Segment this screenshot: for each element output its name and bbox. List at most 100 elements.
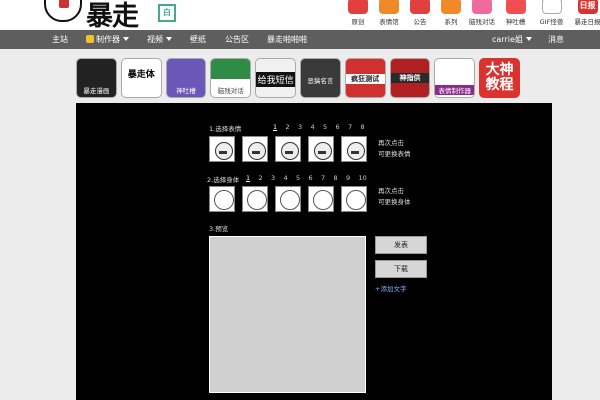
top-nav-label: 暴走日报 — [574, 18, 600, 26]
top-nav-announcement[interactable]: 公告 — [406, 0, 434, 26]
nav-hot[interactable]: 暴走啪啪啪 — [267, 30, 307, 49]
body-page-number[interactable]: 5 — [296, 174, 309, 182]
nav-messages[interactable]: 消息 — [548, 30, 564, 49]
tool-dialogue[interactable]: 脑残对话 — [210, 58, 252, 98]
tool-rage-comic[interactable]: 暴走漫画 — [76, 58, 117, 98]
chevron-down-icon — [166, 37, 172, 41]
roast-icon — [505, 0, 526, 14]
tool-confession[interactable]: 神指供 — [389, 58, 431, 98]
body-option[interactable] — [308, 186, 334, 212]
top-nav-series[interactable]: 系列 — [437, 0, 465, 26]
chevron-down-icon — [525, 37, 532, 41]
body-option[interactable] — [242, 186, 268, 212]
site-logo[interactable]: 暴走 白 — [44, 0, 176, 32]
top-nav-roast[interactable]: 神吐槽 — [499, 0, 532, 26]
nav-maker-label: 制作器 — [96, 35, 120, 44]
tool-roast[interactable]: 神吐槽 — [165, 58, 207, 98]
face-option[interactable] — [308, 136, 334, 162]
logo-badge: 白 — [158, 4, 176, 22]
face-option[interactable] — [275, 136, 301, 162]
top-nav-label: 脑残对话 — [469, 18, 495, 26]
top-nav-daily-news[interactable]: 日报 暴走日报 — [571, 0, 600, 26]
download-button[interactable]: 下载 — [375, 260, 427, 278]
maker-icon — [86, 35, 94, 43]
body-thumbnails — [209, 186, 367, 212]
body-page-number[interactable]: 7 — [321, 174, 334, 182]
tool-caption: 恶搞名言 — [307, 77, 334, 85]
rage-face-logo-icon — [44, 0, 82, 22]
body-option[interactable] — [275, 186, 301, 212]
tool-caption: 脑残对话 — [217, 87, 244, 95]
face-page-numbers: 1 2 3 4 5 6 7 8 — [273, 123, 373, 131]
gif-monster-icon — [541, 0, 562, 14]
dialogue-icon — [472, 0, 492, 14]
tool-caption: 大神教程 — [485, 62, 514, 93]
tool-rage-font[interactable]: 暴走体 — [120, 58, 162, 98]
nav-wallpaper[interactable]: 壁纸 — [190, 30, 206, 49]
step3-label: 3.预览 — [209, 225, 229, 233]
face-option[interactable] — [242, 136, 268, 162]
body-hint-line: 可更换身体 — [378, 198, 411, 206]
main-nav: 主站 制作器 视频 壁纸 公告区 暴走啪啪啪 carrie姐 消息 — [0, 30, 600, 49]
face-page-number[interactable]: 3 — [298, 123, 311, 131]
face-option[interactable] — [209, 136, 235, 162]
tool-caption: 神指供 — [390, 73, 430, 83]
face-option[interactable] — [341, 136, 367, 162]
face-thumbnails — [209, 136, 367, 162]
logo-text: 暴走 — [86, 1, 139, 32]
face-page-number[interactable]: 7 — [348, 123, 361, 131]
publish-button[interactable]: 发表 — [375, 236, 427, 254]
body-hint: 再次点击 可更换身体 — [378, 186, 411, 208]
top-nav-original[interactable]: 原创 — [344, 0, 372, 26]
top-nav: 原创 表情馆 公告 系列 脑残对话 神吐槽 GIF怪兽 日报 暴走日报 — [344, 0, 600, 26]
body-page-number[interactable]: 6 — [309, 174, 322, 182]
body-page-number[interactable]: 2 — [259, 174, 272, 182]
preview-canvas[interactable] — [209, 236, 366, 393]
face-page-number[interactable]: 6 — [336, 123, 349, 131]
nav-announcements[interactable]: 公告区 — [225, 30, 249, 49]
body-option[interactable] — [209, 186, 235, 212]
face-hint-line: 可更换表情 — [378, 150, 411, 158]
add-text-link[interactable]: +添加文字 — [375, 283, 406, 293]
face-page-number[interactable]: 5 — [323, 123, 336, 131]
tool-emoji-maker[interactable]: 表情制作器 — [434, 58, 476, 98]
top-nav-gif-monster[interactable]: GIF怪兽 — [535, 0, 568, 26]
body-page-number[interactable]: 10 — [359, 174, 372, 182]
chevron-down-icon — [123, 37, 129, 41]
face-hint-line: 再次点击 — [378, 139, 404, 147]
body-page-number[interactable]: 9 — [346, 174, 359, 182]
top-nav-dialogue[interactable]: 脑残对话 — [468, 0, 496, 26]
top-nav-label: 原创 — [351, 18, 365, 26]
top-nav-label: 神吐槽 — [505, 18, 526, 26]
top-nav-label: 公告 — [413, 18, 427, 26]
body-page-number[interactable]: 8 — [334, 174, 347, 182]
tool-crazy-test[interactable]: 疯狂测试 — [344, 58, 386, 98]
face-page-number[interactable]: 8 — [361, 123, 374, 131]
tool-caption: 神吐槽 — [176, 87, 196, 95]
announcement-icon — [410, 0, 430, 14]
face-page-number[interactable]: 1 — [273, 123, 286, 131]
emoji-hall-icon — [379, 0, 399, 14]
top-nav-label: 系列 — [444, 18, 458, 26]
daily-news-icon: 日报 — [577, 0, 598, 14]
step2-label: 2.选择身体 — [207, 176, 240, 184]
body-option[interactable] — [341, 186, 367, 212]
nav-maker[interactable]: 制作器 — [86, 30, 129, 49]
body-page-number[interactable]: 3 — [271, 174, 284, 182]
top-nav-label: 表情馆 — [379, 18, 399, 26]
tool-tutorial[interactable]: 大神教程 — [479, 58, 520, 98]
top-nav-label: GIF怪兽 — [539, 18, 564, 26]
body-page-number[interactable]: 4 — [284, 174, 297, 182]
tool-sms[interactable]: 给我短信 — [255, 58, 296, 98]
nav-video[interactable]: 视频 — [147, 30, 172, 49]
site-header: 暴走 白 原创 表情馆 公告 系列 脑残对话 神吐槽 GIF怪兽 日报 暴走日报 — [0, 0, 600, 32]
body-page-number[interactable]: 1 — [246, 174, 259, 182]
tool-quotes[interactable]: 恶搞名言 — [299, 58, 341, 98]
face-hint: 再次点击 可更换表情 — [378, 138, 411, 160]
nav-home[interactable]: 主站 — [52, 30, 68, 49]
nav-user-menu[interactable]: carrie姐 — [492, 30, 532, 49]
face-page-number[interactable]: 4 — [311, 123, 324, 131]
face-page-number[interactable]: 2 — [286, 123, 299, 131]
top-nav-emoji-hall[interactable]: 表情馆 — [375, 0, 403, 26]
tool-caption: 暴走漫画 — [83, 87, 110, 95]
